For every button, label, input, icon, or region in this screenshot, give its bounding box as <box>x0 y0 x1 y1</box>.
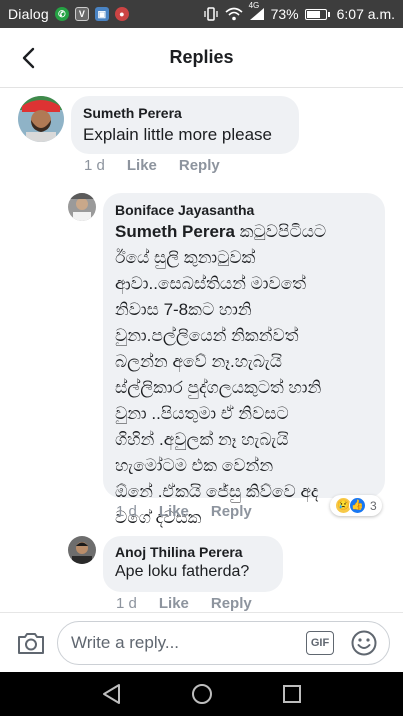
comment-bubble-boniface[interactable]: Boniface Jayasantha Sumeth Perera කටුවපි… <box>103 193 385 527</box>
whatsapp-notification-icon: ✆ <box>54 7 69 21</box>
text-line: ආවා..සෙබස්තියන් මාවතේ <box>115 274 307 293</box>
comment-author[interactable]: Anoj Thilina Perera <box>115 544 271 560</box>
emoji-button[interactable] <box>350 629 378 657</box>
wifi-icon <box>225 7 243 21</box>
reply-input[interactable] <box>57 621 390 665</box>
replies-header: Replies <box>0 28 403 88</box>
back-arrow-icon <box>22 47 35 69</box>
like-button[interactable]: Like <box>127 157 157 174</box>
reply-composer: GIF <box>0 612 403 672</box>
viber-notification-icon: V <box>74 7 89 21</box>
network-type: 4G <box>248 1 260 10</box>
nav-recents-icon <box>283 685 301 703</box>
camera-icon <box>18 633 44 654</box>
app-root: Dialog ✆ V ▣ ● 4G 73% 6:07 a.m. Replies … <box>0 0 403 716</box>
like-button[interactable]: Like <box>159 503 189 520</box>
comment-text: Ape loku fatherda? <box>115 563 250 580</box>
battery-icon <box>304 8 330 20</box>
text-line: හැමෝටම එක වෙන්න <box>115 456 274 475</box>
like-reaction-icon: 👍 <box>349 497 366 514</box>
camera-button[interactable] <box>16 629 46 657</box>
text-line: කටුවපිටියට <box>235 222 327 241</box>
reaction-summary[interactable]: 😢 👍 3 <box>330 495 382 516</box>
like-button[interactable]: Like <box>159 595 189 612</box>
comment-text: Explain little more please <box>83 125 272 144</box>
clock: 6:07 a.m. <box>336 6 395 22</box>
carrier-name: Dialog <box>8 6 49 22</box>
page-title: Replies <box>169 47 234 67</box>
cell-signal: 4G <box>249 1 265 21</box>
status-left: Dialog ✆ V ▣ ● <box>8 6 129 22</box>
comment-actions-boniface: 1 d Like Reply <box>116 503 252 520</box>
gif-button[interactable]: GIF <box>306 631 334 655</box>
vibrate-icon <box>203 7 218 21</box>
text-line: වුනා ..පියතුමා ඒ නිවසට <box>115 404 289 423</box>
nav-home-button[interactable] <box>190 682 214 706</box>
comment-author[interactable]: Sumeth Perera <box>83 105 287 121</box>
text-line: ස්ල්ලිකාර පුද්ගලයකුටත් හානි <box>115 378 322 397</box>
text-line: වුනා.පල්ලියෙන් නිකන්වත් <box>115 326 299 345</box>
text-line: ඊයේ සුලි කුනාටුවක් <box>115 248 256 267</box>
reply-button[interactable]: Reply <box>211 503 252 520</box>
reply-button[interactable]: Reply <box>179 157 220 174</box>
system-nav-bar <box>0 672 403 716</box>
status-bar: Dialog ✆ V ▣ ● 4G 73% 6:07 a.m. <box>0 0 403 28</box>
text-line: නිවාස 7-8කට හානි <box>115 300 252 319</box>
comment-time: 1 d <box>116 595 137 612</box>
reply-button[interactable]: Reply <box>211 595 252 612</box>
image-notification-icon: ▣ <box>94 7 109 21</box>
comment-actions-sumeth: 1 d Like Reply <box>84 157 220 174</box>
battery-fill <box>306 10 320 18</box>
text-line: ගිහින් .අවුලක් නෑ හැබැයි <box>115 430 289 449</box>
nav-recents-button[interactable] <box>280 682 304 706</box>
back-button[interactable] <box>12 42 44 74</box>
avatar-sumeth-perera[interactable] <box>18 96 64 142</box>
smiley-icon <box>351 630 377 656</box>
avatar-anoj-thilina-perera[interactable] <box>68 536 96 564</box>
mention-link[interactable]: Sumeth Perera <box>115 222 235 241</box>
reaction-count: 3 <box>370 498 377 513</box>
comment-actions-anoj: 1 d Like Reply <box>116 595 252 612</box>
comment-time: 1 d <box>116 503 137 520</box>
avatar-boniface-jayasantha[interactable] <box>68 193 96 221</box>
text-line: බලන්න අවේ නෑ.හැබැයි <box>115 352 282 371</box>
text-line: ඕනේ .ඒකයි ජේසු කිව්වෙ අද <box>115 482 319 501</box>
comment-bubble-sumeth[interactable]: Sumeth Perera Explain little more please <box>71 96 299 154</box>
battery-percent: 73% <box>270 6 299 22</box>
status-right: 4G 73% 6:07 a.m. <box>203 1 395 22</box>
nav-home-icon <box>192 684 212 704</box>
nav-back-icon <box>103 684 120 704</box>
comment-time: 1 d <box>84 157 105 174</box>
comment-author[interactable]: Boniface Jayasantha <box>115 202 373 218</box>
app-notification-icon: ● <box>114 7 129 21</box>
comment-text: Sumeth Perera කටුවපිටියට ඊයේ සුලි කුනාටු… <box>115 219 373 531</box>
nav-back-button[interactable] <box>100 682 124 706</box>
comment-bubble-anoj[interactable]: Anoj Thilina Perera Ape loku fatherda? <box>103 536 283 592</box>
